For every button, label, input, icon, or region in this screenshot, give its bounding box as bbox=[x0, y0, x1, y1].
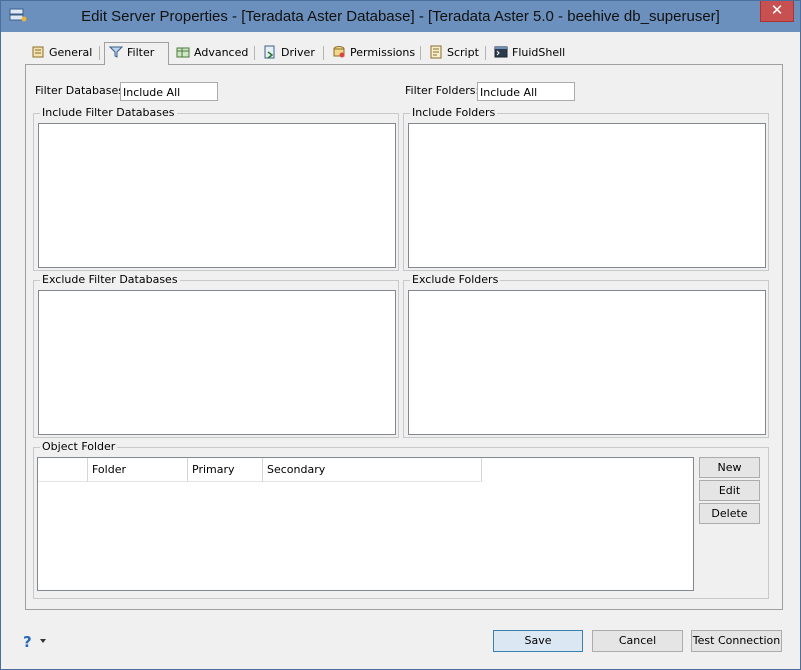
advanced-icon bbox=[176, 47, 190, 58]
tab-label: Permissions bbox=[350, 46, 416, 59]
tab-separator bbox=[420, 46, 421, 60]
include-databases-group: Include Filter Databases bbox=[33, 106, 399, 271]
tab-general[interactable]: General bbox=[27, 43, 99, 63]
column-header-secondary[interactable]: Secondary bbox=[263, 458, 482, 482]
new-button[interactable]: New bbox=[699, 457, 760, 478]
object-folder-table[interactable]: Folder Primary Secondary bbox=[37, 457, 694, 591]
tab-label: Advanced bbox=[194, 46, 249, 59]
exclude-databases-group: Exclude Filter Databases bbox=[33, 273, 399, 438]
window-title: Edit Server Properties - [Teradata Aster… bbox=[81, 8, 720, 25]
tab-label: Driver bbox=[281, 46, 315, 59]
include-databases-title: Include Filter Databases bbox=[40, 106, 177, 120]
tab-label: FluidShell bbox=[512, 46, 566, 59]
tab-separator bbox=[99, 46, 100, 60]
delete-button[interactable]: Delete bbox=[699, 503, 760, 524]
exclude-folders-title: Exclude Folders bbox=[410, 273, 501, 287]
edit-button[interactable]: Edit bbox=[699, 480, 760, 501]
tab-separator bbox=[254, 46, 255, 60]
save-button[interactable]: Save bbox=[493, 630, 583, 652]
exclude-folders-group: Exclude Folders bbox=[403, 273, 769, 438]
help-icon[interactable]: ? bbox=[23, 633, 32, 651]
exclude-databases-title: Exclude Filter Databases bbox=[40, 273, 180, 287]
tab-permissions[interactable]: Permissions bbox=[328, 43, 420, 63]
tab-script[interactable]: Script bbox=[425, 43, 485, 63]
filter-databases-label: Filter Databases bbox=[35, 84, 124, 97]
fluidshell-icon bbox=[494, 46, 508, 58]
column-header-index[interactable] bbox=[38, 458, 88, 482]
tab-separator bbox=[485, 46, 486, 60]
tab-label: General bbox=[49, 46, 93, 59]
object-folder-title: Object Folder bbox=[40, 440, 118, 454]
close-button[interactable]: ✕ bbox=[760, 1, 794, 22]
script-icon bbox=[430, 45, 442, 59]
include-folders-title: Include Folders bbox=[410, 106, 498, 120]
permissions-icon bbox=[333, 46, 345, 58]
tab-filter[interactable]: Filter bbox=[104, 42, 169, 65]
filter-tab-panel: Filter Databases Include All Filter Fold… bbox=[25, 64, 783, 610]
tab-label: Script bbox=[447, 46, 479, 59]
tab-separator bbox=[323, 46, 324, 60]
tab-label: Filter bbox=[127, 46, 155, 59]
cancel-button[interactable]: Cancel bbox=[592, 630, 683, 652]
dialog-window: Edit Server Properties - [Teradata Aster… bbox=[0, 0, 801, 670]
general-icon bbox=[32, 46, 44, 58]
test-connection-button[interactable]: Test Connection bbox=[691, 630, 782, 652]
tab-fluidshell[interactable]: FluidShell bbox=[490, 43, 566, 63]
tab-driver[interactable]: Driver bbox=[259, 43, 323, 63]
include-databases-list[interactable] bbox=[38, 123, 396, 268]
title-bar[interactable]: Edit Server Properties - [Teradata Aster… bbox=[1, 1, 800, 32]
filter-folders-select[interactable]: Include All bbox=[477, 82, 575, 101]
tab-advanced[interactable]: Advanced bbox=[172, 43, 254, 63]
help-dropdown-icon[interactable] bbox=[40, 639, 46, 643]
column-header-primary[interactable]: Primary bbox=[188, 458, 263, 482]
filter-folders-label: Filter Folders: bbox=[405, 84, 480, 97]
filter-icon bbox=[109, 46, 123, 58]
filter-databases-select[interactable]: Include All bbox=[120, 82, 218, 101]
filter-folders-value: Include All bbox=[480, 86, 538, 99]
include-folders-group: Include Folders bbox=[403, 106, 769, 271]
driver-icon bbox=[264, 45, 275, 59]
include-folders-list[interactable] bbox=[408, 123, 766, 268]
exclude-folders-list[interactable] bbox=[408, 290, 766, 435]
column-header-folder[interactable]: Folder bbox=[88, 458, 188, 482]
exclude-databases-list[interactable] bbox=[38, 290, 396, 435]
filter-databases-value: Include All bbox=[123, 86, 181, 99]
